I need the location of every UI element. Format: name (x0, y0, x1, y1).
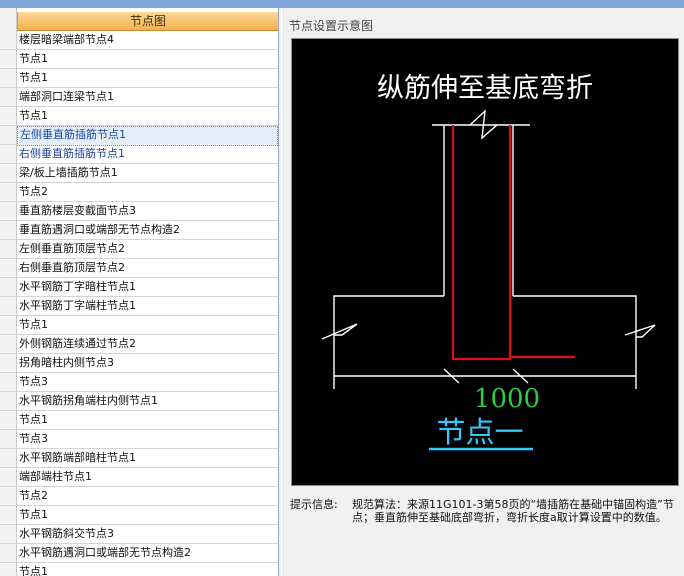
node-list-row-label: 水平钢筋斜交节点3 (19, 527, 114, 540)
node-list-row[interactable]: 节点1 (0, 69, 278, 88)
node-list-row-label: 水平钢筋拐角端柱内侧节点1 (19, 394, 158, 407)
node-list-row[interactable]: 节点3 (0, 373, 278, 392)
wall-outline (321, 109, 656, 389)
node-list-row-label: 节点2 (19, 185, 48, 198)
node-list-row[interactable]: 右侧垂直筋插筋节点1 (0, 145, 278, 164)
node-list-row-label: 节点1 (19, 508, 48, 521)
diagram-heading: 纵筋伸至基底弯折 (377, 73, 593, 104)
diagram-panel-title: 节点设置示意图 (289, 19, 374, 33)
node-list-row-label: 节点3 (19, 432, 48, 445)
node-list-row[interactable]: 节点1 (0, 411, 278, 430)
node-list-row-label: 垂直筋遇洞口或端部无节点构造2 (19, 223, 180, 236)
node-list-row[interactable]: 端部洞口连梁节点1 (0, 88, 278, 107)
node-list-row[interactable]: 右侧垂直筋顶层节点2 (0, 259, 278, 278)
node-list-row[interactable]: 节点2 (0, 487, 278, 506)
node-list-row-label: 左侧垂直筋插筋节点1 (17, 126, 278, 146)
node-list-row-label: 垂直筋楼层变截面节点3 (19, 204, 136, 217)
node-list-row-label: 左侧垂直筋顶层节点2 (19, 242, 125, 255)
node-list-row[interactable]: 节点3 (0, 430, 278, 449)
node-list-row-label: 节点1 (19, 318, 48, 331)
node-list-row[interactable]: 水平钢筋丁字暗柱节点1 (0, 278, 278, 297)
node-list-row-label: 节点1 (19, 413, 48, 426)
node-list-row-label: 右侧垂直筋插筋节点1 (19, 147, 125, 160)
node-list-row[interactable]: 节点2 (0, 183, 278, 202)
node-list-row[interactable]: 节点1 (0, 107, 278, 126)
node-list-row[interactable]: 端部端柱节点1 (0, 468, 278, 487)
node-list-row[interactable]: 垂直筋楼层变截面节点3 (0, 202, 278, 221)
tip-text: 规范算法：来源11G101-3第58页的“墙插筋在基础中锚固构造”节点；垂直筋伸… (352, 498, 674, 524)
node-list-row-label: 节点3 (19, 375, 48, 388)
node-list-row[interactable]: 节点1 (0, 316, 278, 335)
node-list-row-label: 水平钢筋丁字端柱节点1 (19, 299, 136, 312)
node-list-row-label: 水平钢筋端部暗柱节点1 (19, 451, 136, 464)
node-list-row[interactable]: 拐角暗柱内侧节点3 (0, 354, 278, 373)
node-list-row[interactable]: 水平钢筋拐角端柱内侧节点1 (0, 392, 278, 411)
node-list-row-label: 端部洞口连梁节点1 (19, 90, 114, 103)
column-header-node-diagram[interactable]: 节点图 (17, 12, 278, 31)
node-list-panel: 节点图 楼层暗梁端部节点4 节点1 节点1 端部洞口连梁节点1 节点1 左侧垂直筋插筋节点… (0, 8, 279, 576)
dimension-label: 1000 (474, 384, 540, 414)
node-list-row[interactable]: 楼层暗梁端部节点4 (0, 31, 278, 50)
node-list-row[interactable]: 梁/板上墙插筋节点1 (0, 164, 278, 183)
node-label: 节点一 (436, 415, 523, 449)
rebar-bent-bars (451, 125, 575, 361)
node-list-row-label: 水平钢筋遇洞口或端部无节点构造2 (19, 546, 191, 559)
node-list: 楼层暗梁端部节点4 节点1 节点1 端部洞口连梁节点1 节点1 左侧垂直筋插筋节点1 右侧垂… (0, 31, 278, 576)
node-list-row-label: 梁/板上墙插筋节点1 (19, 166, 118, 179)
node-list-row[interactable]: 水平钢筋斜交节点3 (0, 525, 278, 544)
node-diagram-canvas: 纵筋伸至基底弯折 1000 节点一 (291, 38, 679, 486)
node-list-row[interactable]: 节点1 (0, 563, 278, 576)
node-list-row[interactable]: 节点1 (0, 50, 278, 69)
node-list-row-label: 节点1 (19, 52, 48, 65)
node-list-row-label: 节点2 (19, 489, 48, 502)
tip-label: 提示信息: (290, 498, 338, 511)
node-list-row[interactable]: 水平钢筋端部暗柱节点1 (0, 449, 278, 468)
node-list-row-label: 节点1 (19, 109, 48, 122)
window-top-strip (0, 0, 684, 8)
node-list-row[interactable]: 左侧垂直筋顶层节点2 (0, 240, 278, 259)
node-list-row[interactable]: 左侧垂直筋插筋节点1 (0, 126, 278, 146)
node-list-row-label: 拐角暗柱内侧节点3 (19, 356, 114, 369)
node-list-row[interactable]: 节点1 (0, 506, 278, 525)
node-list-row[interactable]: 垂直筋遇洞口或端部无节点构造2 (0, 221, 278, 240)
node-list-row-label: 节点1 (19, 565, 48, 576)
node-list-row-label: 水平钢筋丁字暗柱节点1 (19, 280, 136, 293)
diagram-panel: 节点设置示意图 纵筋伸至基底弯折 1000 节点一 提示信息: 规范算法：来源1… (281, 8, 684, 576)
node-list-row[interactable]: 外侧钢筋连续通过节点2 (0, 335, 278, 354)
node-list-row-label: 端部端柱节点1 (19, 470, 92, 483)
node-list-row-label: 右侧垂直筋顶层节点2 (19, 261, 125, 274)
node-list-row-label: 楼层暗梁端部节点4 (19, 33, 114, 46)
node-list-row-label: 节点1 (19, 71, 48, 84)
node-list-row[interactable]: 水平钢筋丁字端柱节点1 (0, 297, 278, 316)
node-list-row-label: 外侧钢筋连续通过节点2 (19, 337, 136, 350)
node-list-row[interactable]: 水平钢筋遇洞口或端部无节点构造2 (0, 544, 278, 563)
